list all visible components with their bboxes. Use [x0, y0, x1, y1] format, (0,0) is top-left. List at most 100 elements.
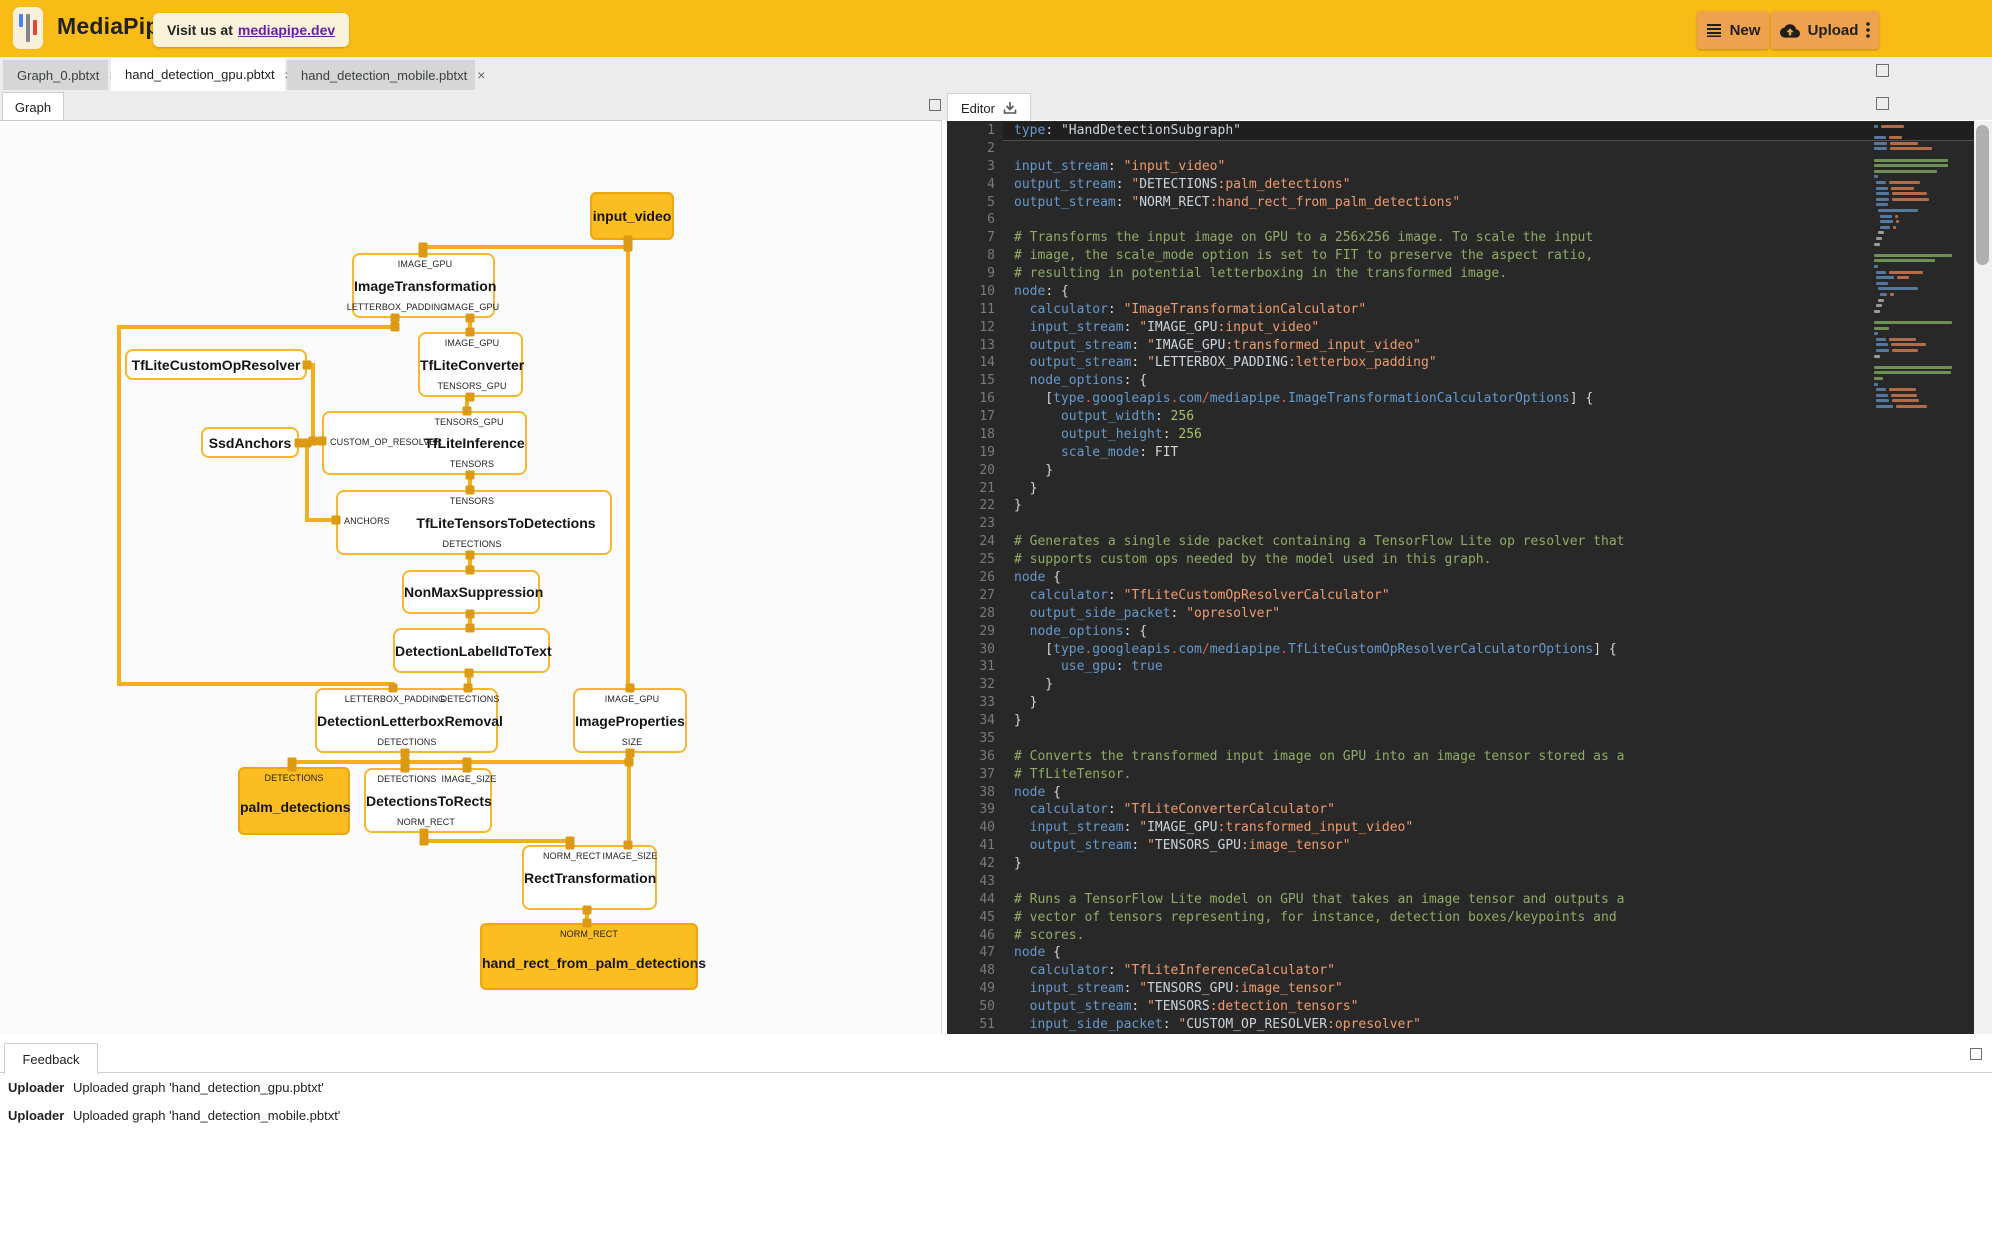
graph-node-ImageProperties[interactable]: ImageProperties IMAGE_GPU SIZE: [573, 688, 687, 753]
feedback-source: Uploader: [8, 1080, 65, 1095]
graph-node-TfLiteConverter[interactable]: TfLiteConverter IMAGE_GPU TENSORS_GPU: [418, 332, 525, 397]
code-line: 44 # Runs a TensorFlow Lite model on GPU …: [979, 891, 1625, 907]
code-line: 23: [979, 516, 995, 532]
code-line: 4 output_stream: "DETECTIONS:palm_detecti…: [987, 176, 1351, 192]
feedback-row: Uploader Uploaded graph 'hand_detection_g…: [0, 1080, 1992, 1102]
code-line: 14 output_stream: "LETTERBOX_PADDING:let…: [979, 355, 1437, 371]
code-line: 25 # supports custom ops needed by the mo…: [979, 552, 1492, 568]
code-line: 28 output_side_packet: "opresolver": [979, 605, 1281, 621]
feedback-message: Uploaded graph 'hand_detection_mobile.pb…: [73, 1108, 341, 1123]
code-line: 46 # scores.: [979, 927, 1085, 943]
tab-feedback[interactable]: Feedback: [4, 1043, 98, 1074]
code-line: 26 node {: [979, 570, 1061, 585]
editor-scrollbar[interactable]: [1974, 121, 1992, 1034]
node-title: TfLiteTensorsToDetections: [416, 514, 596, 531]
cloud-upload-icon: [1779, 23, 1800, 38]
code-line: 20 }: [979, 462, 1054, 478]
graph-node-palm_detections[interactable]: palm_detections DETECTIONS: [238, 767, 350, 835]
mediapipe-visualizer: MediaPipe Visit us at mediapipe.dev New …: [0, 0, 1992, 1242]
code-line: 40 input_stream: "IMAGE_GPU:transformed_…: [979, 820, 1414, 836]
graph-node-NonMaxSuppression[interactable]: NonMaxSuppression: [402, 570, 544, 614]
code-line: 17 output_width: 256: [979, 409, 1195, 425]
code-line: 1 type: "HandDetectionSubgraph": [987, 123, 1241, 138]
code-line: 7 # Transforms the input image on GPU to …: [987, 230, 1594, 246]
port-label: DETECTIONS: [377, 737, 437, 747]
node-title: TfLiteCustomOpResolver: [131, 356, 301, 373]
code-line: 10 node: {: [979, 283, 1069, 299]
code-line: 5 output_stream: "NORM_RECT:hand_rect_fro…: [987, 194, 1461, 210]
code-line: 12 input_stream: "IMAGE_GPU:input_video": [979, 319, 1320, 335]
code-line: 3 input_stream: "input_video": [987, 158, 1226, 174]
port-label: CUSTOM_OP_RESOLVER: [330, 437, 442, 447]
port-label: TENSORS: [449, 459, 495, 469]
port-label: DETECTIONS: [264, 773, 324, 783]
port-label: IMAGE_GPU: [604, 694, 660, 704]
graph-node-TfLiteTensorsToDetections[interactable]: TfLiteTensorsToDetections TENSORS ANCHORS D…: [336, 490, 612, 555]
kebab-menu-icon[interactable]: [1866, 22, 1871, 38]
tab-editor[interactable]: Editor: [947, 93, 1031, 122]
node-title: RectTransformation: [524, 869, 657, 886]
port-label: TENSORS_GPU: [434, 417, 504, 427]
code-line: 38 node {: [979, 784, 1061, 800]
top-right-expand-icon[interactable]: [1876, 64, 1889, 77]
node-title: ImageProperties: [575, 712, 685, 729]
port-label: IMAGE_SIZE: [441, 774, 497, 784]
code-line: 43: [979, 873, 995, 889]
graph-node-DetectionsToRects[interactable]: DetectionsToRects DETECTIONS IMAGE_SIZE NOR…: [364, 768, 496, 833]
editor-scrollbar-thumb[interactable]: [1976, 125, 1989, 265]
feedback-expand-icon[interactable]: [1970, 1048, 1982, 1060]
node-title: SsdAnchors: [208, 434, 292, 451]
node-title: DetectionsToRects: [366, 792, 492, 809]
code-line: 39 calculator: "TfLiteConverterCalculato…: [979, 802, 1335, 818]
graph-node-SsdAnchors[interactable]: SsdAnchors: [201, 427, 299, 458]
node-title: hand_rect_from_palm_detections: [482, 954, 707, 971]
graph-node-TfLiteInference[interactable]: TfLiteInference TENSORS_GPU CUSTOM_OP_RESO…: [322, 411, 527, 475]
graph-node-TfLiteCustomOpResolver[interactable]: TfLiteCustomOpResolver: [125, 349, 307, 380]
port-label: NORM_RECT: [543, 851, 601, 861]
code-line: 47 node {: [979, 945, 1061, 961]
code-line: 8 # image, the scale_mode option is set t…: [987, 248, 1594, 264]
port-label: TENSORS: [449, 496, 495, 506]
code-line: 19 scale_mode: FIT: [979, 444, 1179, 460]
upload-button[interactable]: Upload: [1771, 11, 1879, 49]
port-label: DETECTIONS: [442, 539, 502, 549]
feedback-row: Uploader Uploaded graph 'hand_detection_m…: [0, 1108, 1992, 1130]
code-line: 34}: [979, 713, 1022, 729]
new-button[interactable]: New: [1697, 11, 1769, 49]
port-label: IMAGE_GPU: [444, 302, 500, 312]
download-icon[interactable]: [1003, 101, 1017, 115]
code-line: 36 # Converts the transformed input image…: [979, 748, 1625, 764]
graph-node-DetectionLabelIdToText[interactable]: DetectionLabelIdToText: [393, 628, 552, 673]
code-editor[interactable]: 1 type: "HandDetectionSubgraph" 2 3 input_st…: [947, 121, 1974, 1034]
graph-node-hand_rect_from_palm_detections[interactable]: hand_rect_from_palm_detections NORM_RECT: [480, 923, 707, 990]
editor-pane-expand-icon[interactable]: [1876, 97, 1889, 110]
code-line: 49 input_stream: "TENSORS_GPU:image_tens…: [979, 981, 1343, 997]
graph-node-RectTransformation[interactable]: RectTransformation NORM_RECT IMAGE_SIZE: [522, 845, 657, 910]
graph-node-DetectionLetterboxRemoval[interactable]: DetectionLetterboxRemoval LETTERBOX_PADDI…: [315, 688, 503, 753]
code-line: 2: [987, 140, 995, 156]
port-label: NORM_RECT: [560, 929, 618, 939]
port-label: DETECTIONS: [377, 774, 437, 784]
port-label: NORM_RECT: [397, 817, 455, 827]
code-line: 6: [987, 212, 995, 228]
port-label: IMAGE_GPU: [397, 259, 453, 269]
port-label: SIZE: [621, 737, 643, 747]
feedback-message: Uploaded graph 'hand_detection_gpu.pbtxt…: [73, 1080, 324, 1095]
upload-button-label: Upload: [1807, 21, 1859, 39]
code-line: 13 output_stream: "IMAGE_GPU:transformed…: [979, 337, 1422, 353]
port-label: IMAGE_SIZE: [602, 851, 658, 861]
port-label: LETTERBOX_PADDING: [344, 694, 446, 704]
node-title: NonMaxSuppression: [404, 584, 544, 600]
node-title: TfLiteConverter: [420, 356, 525, 373]
graph-node-ImageTransformation[interactable]: ImageTransformation IMAGE_GPU LETTERBOX_PA…: [347, 253, 499, 318]
code-line: 15 node_options: {: [979, 373, 1148, 389]
code-line: 45 # vector of tensors representing, for …: [979, 909, 1617, 925]
code-line: 29 node_options: {: [979, 623, 1148, 639]
code-line: 22}: [979, 498, 1022, 514]
code-line: 27 calculator: "TfLiteCustomOpResolverCa…: [979, 587, 1390, 603]
code-line: 21 }: [979, 480, 1038, 496]
node-title: input_video: [592, 208, 672, 224]
graph-node-input_video[interactable]: input_video: [590, 192, 674, 240]
port-label: TENSORS_GPU: [437, 381, 507, 391]
port-label: ANCHORS: [344, 516, 390, 526]
